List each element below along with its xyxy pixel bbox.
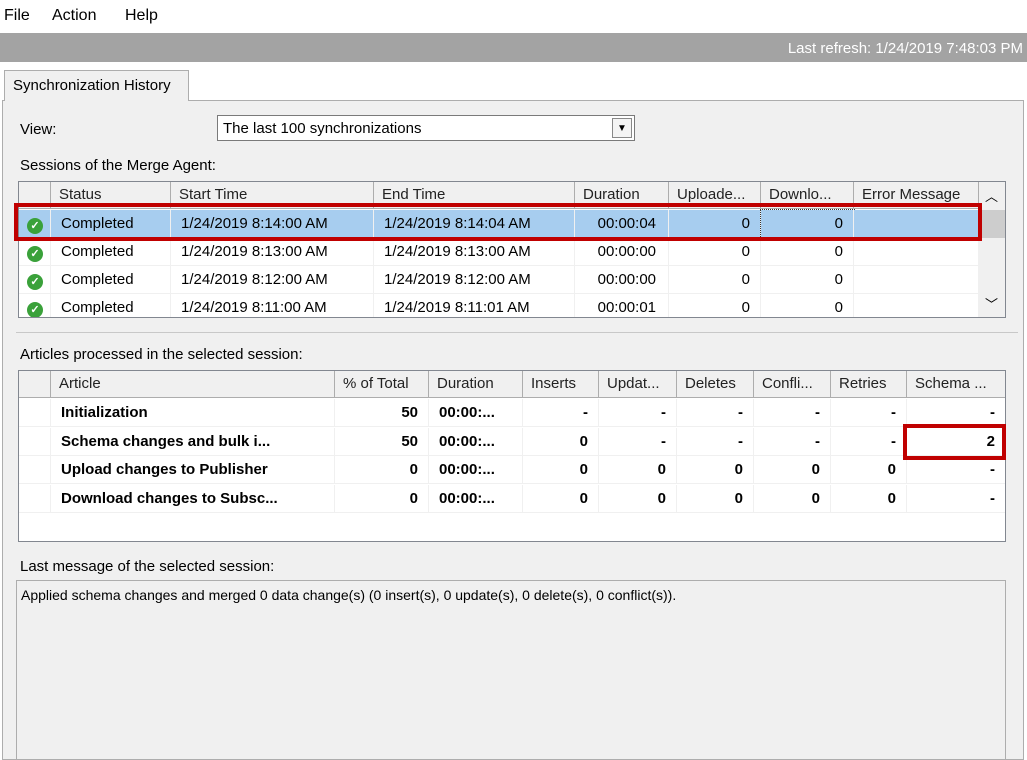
column-header-1[interactable]: Article (51, 371, 335, 398)
article-value-cell[interactable]: 0 (335, 456, 429, 484)
session-row-icon[interactable]: ✓ (19, 294, 51, 317)
article-row-blank[interactable] (19, 484, 51, 513)
article-value-cell[interactable]: - (599, 399, 677, 427)
article-name-cell[interactable]: Download changes to Subsc... (51, 484, 335, 513)
article-value-cell[interactable]: - (907, 456, 1005, 484)
column-header-4[interactable]: Inserts (523, 371, 599, 398)
article-value-cell[interactable]: 50 (335, 399, 429, 427)
column-header-2[interactable]: % of Total (335, 371, 429, 398)
menu-help[interactable]: Help (125, 7, 158, 25)
last-message-box[interactable]: Applied schema changes and merged 0 data… (16, 580, 1006, 760)
session-row-icon[interactable]: ✓ (19, 238, 51, 266)
menu-action[interactable]: Action (52, 7, 96, 25)
column-header-8[interactable]: Retries (831, 371, 907, 398)
session-end-cell[interactable]: 1/24/2019 8:12:00 AM (374, 266, 575, 294)
article-value-cell[interactable]: - (754, 427, 831, 456)
article-value-cell[interactable]: - (907, 485, 1005, 513)
article-value-cell[interactable]: - (831, 427, 907, 456)
view-value: The last 100 synchronizations (223, 120, 422, 137)
article-value-cell[interactable]: 00:00:... (429, 484, 523, 513)
articles-grid: Article% of Total Duration Inserts Updat...… (18, 370, 1006, 542)
highlight-selected-session (14, 203, 982, 241)
articles-label: Articles processed in the selected sessi… (20, 346, 303, 363)
check-icon: ✓ (27, 302, 43, 317)
session-error-cell[interactable] (854, 266, 979, 294)
article-row-blank[interactable] (19, 456, 51, 484)
session-status-cell[interactable]: Completed (51, 238, 171, 266)
article-value-cell[interactable]: 0 (335, 484, 429, 513)
article-name-cell[interactable]: Upload changes to Publisher (51, 456, 335, 484)
article-value-cell[interactable]: 0 (677, 456, 754, 484)
session-status-cell[interactable]: Completed (51, 266, 171, 294)
article-value-cell[interactable]: - (599, 427, 677, 456)
session-downloaded-cell[interactable]: 0 (761, 294, 854, 317)
article-name-cell[interactable]: Schema changes and bulk i... (51, 427, 335, 456)
column-header-icon[interactable] (19, 371, 51, 398)
article-value-cell[interactable]: 0 (754, 484, 831, 513)
article-value-cell[interactable]: - (831, 399, 907, 427)
column-header-9[interactable]: Schema ... (907, 371, 1005, 398)
session-status-cell[interactable]: Completed (51, 294, 171, 317)
check-icon: ✓ (27, 246, 43, 262)
article-value-cell[interactable]: 0 (599, 456, 677, 484)
session-duration-cell[interactable]: 00:00:00 (575, 266, 669, 294)
article-value-cell[interactable]: 0 (523, 456, 599, 484)
article-value-cell[interactable]: 0 (831, 484, 907, 513)
view-dropdown[interactable]: The last 100 synchronizations ▼ (217, 115, 635, 141)
last-refresh: Last refresh: 1/24/2019 7:48:03 PM (0, 33, 1027, 62)
sessions-label: Sessions of the Merge Agent: (20, 157, 216, 174)
article-value-cell[interactable]: 0 (523, 427, 599, 456)
session-start-cell[interactable]: 1/24/2019 8:13:00 AM (171, 238, 374, 266)
chevron-down-icon[interactable]: ▼ (612, 118, 632, 138)
article-value-cell[interactable]: 0 (599, 484, 677, 513)
session-uploaded-cell[interactable]: 0 (669, 266, 761, 294)
session-start-cell[interactable]: 1/24/2019 8:11:00 AM (171, 294, 374, 317)
tab-synchronization-history[interactable]: Synchronization History (4, 70, 189, 101)
session-end-cell[interactable]: 1/24/2019 8:11:01 AM (374, 294, 575, 317)
article-row-blank[interactable] (19, 399, 51, 427)
session-error-cell[interactable] (854, 238, 979, 266)
session-error-cell[interactable] (854, 294, 979, 317)
column-header-5[interactable]: Updat... (599, 371, 677, 398)
article-value-cell[interactable]: 00:00:... (429, 456, 523, 484)
article-value-cell[interactable]: - (677, 399, 754, 427)
menu-file[interactable]: File (4, 7, 30, 25)
article-value-cell[interactable]: 00:00:... (429, 427, 523, 456)
article-value-cell[interactable]: - (523, 399, 599, 427)
session-end-cell[interactable]: 1/24/2019 8:13:00 AM (374, 238, 575, 266)
article-value-cell[interactable]: - (754, 399, 831, 427)
article-value-cell[interactable]: 0 (677, 484, 754, 513)
session-duration-cell[interactable]: 00:00:01 (575, 294, 669, 317)
article-row-blank[interactable] (19, 427, 51, 456)
session-downloaded-cell[interactable]: 0 (761, 238, 854, 266)
session-uploaded-cell[interactable]: 0 (669, 238, 761, 266)
scroll-thumb[interactable] (978, 210, 1005, 238)
column-header-3[interactable]: Duration (429, 371, 523, 398)
article-value-cell[interactable]: 0 (523, 484, 599, 513)
article-value-cell[interactable]: 0 (754, 456, 831, 484)
session-duration-cell[interactable]: 00:00:00 (575, 238, 669, 266)
scroll-down-icon[interactable]: ﹀ (978, 294, 1005, 313)
session-row-icon[interactable]: ✓ (19, 266, 51, 294)
sessions-grid: ︿ ﹀ Status Start Time End Time Duration Uplo… (18, 181, 1006, 318)
view-label: View: (20, 121, 57, 138)
check-icon: ✓ (27, 274, 43, 290)
last-message-label: Last message of the selected session: (20, 558, 275, 575)
highlight-schema-changes (903, 424, 1006, 460)
session-start-cell[interactable]: 1/24/2019 8:12:00 AM (171, 266, 374, 294)
divider (16, 332, 1018, 333)
article-value-cell[interactable]: 00:00:... (429, 399, 523, 427)
article-value-cell[interactable]: - (677, 427, 754, 456)
article-value-cell[interactable]: - (907, 399, 1005, 427)
article-value-cell[interactable]: 50 (335, 427, 429, 456)
article-name-cell[interactable]: Initialization (51, 399, 335, 427)
session-downloaded-cell[interactable]: 0 (761, 266, 854, 294)
session-uploaded-cell[interactable]: 0 (669, 294, 761, 317)
menu-bar: File Action Help (0, 0, 1027, 32)
scroll-up-icon[interactable]: ︿ (978, 186, 1005, 205)
sessions-scrollbar[interactable]: ︿ ﹀ (978, 182, 1005, 317)
column-header-6[interactable]: Deletes (677, 371, 754, 398)
article-value-cell[interactable]: 0 (831, 456, 907, 484)
column-header-7[interactable]: Confli... (754, 371, 831, 398)
